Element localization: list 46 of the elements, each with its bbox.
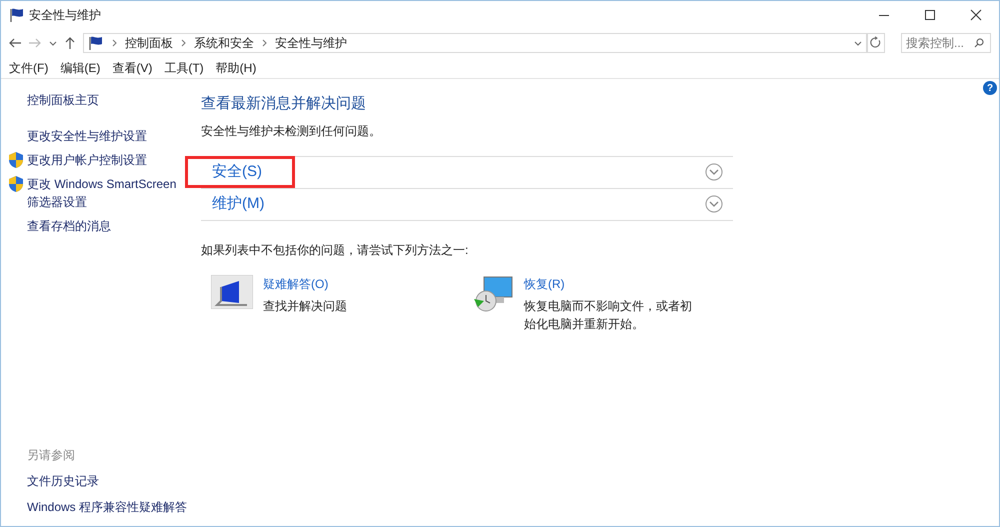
chevron-down-icon[interactable] xyxy=(705,195,723,213)
menu-item[interactable]: 文件(F) xyxy=(9,58,48,76)
window-title: 安全性与维护 xyxy=(29,7,101,24)
address-bar[interactable]: 控制面板 系统和安全 安全性与维护 xyxy=(83,33,867,53)
see-also-title: 另请参阅 xyxy=(27,447,76,464)
menu-item[interactable]: 帮助(H) xyxy=(216,58,256,76)
up-icon[interactable] xyxy=(65,37,75,49)
section-header[interactable]: 维护(M) xyxy=(201,188,264,220)
option-description: 查找并解决问题 xyxy=(263,298,348,314)
menu-item[interactable]: 工具(T) xyxy=(164,58,204,76)
chevron-right-icon xyxy=(112,39,117,47)
sidebar-link[interactable]: Windows 程序兼容性疑难解答 xyxy=(27,498,201,516)
dropdown-icon[interactable] xyxy=(854,40,862,46)
dropdown-icon[interactable] xyxy=(49,40,57,46)
page-heading: 查看最新消息并解决问题 xyxy=(201,94,367,114)
sidebar-link[interactable]: 控制面板主页 xyxy=(27,91,177,109)
option-description: 恢复电脑而不影响文件，或者初始化电脑并重新开始。 xyxy=(524,298,693,332)
sidebar-link[interactable]: 查看存档的消息 xyxy=(27,217,177,235)
search-field[interactable]: 搜索控制... xyxy=(901,33,991,53)
sidebar-link[interactable]: 更改 Windows SmartScreen 筛选器设置 xyxy=(27,175,177,211)
monitor-icon xyxy=(211,274,253,308)
refresh-icon[interactable] xyxy=(867,33,885,53)
status-text: 安全性与维护未检测到任何问题。 xyxy=(201,122,382,140)
help-icon[interactable]: ? xyxy=(983,81,997,95)
shield-icon xyxy=(9,176,23,192)
chevron-right-icon xyxy=(181,39,186,47)
chevron-down-icon[interactable] xyxy=(705,163,723,181)
breadcrumb[interactable]: 控制面板 xyxy=(125,34,173,52)
breadcrumb[interactable]: 系统和安全 xyxy=(194,34,254,52)
section-header[interactable]: 安全(S) xyxy=(185,156,295,188)
search-icon xyxy=(974,38,984,48)
option-link[interactable]: 恢复(R) xyxy=(524,274,702,292)
shield-icon xyxy=(9,152,23,168)
recovery-icon xyxy=(472,274,514,312)
menu-item[interactable]: 查看(V) xyxy=(112,58,152,76)
breadcrumb[interactable]: 安全性与维护 xyxy=(275,34,347,52)
chevron-right-icon xyxy=(262,39,267,47)
sidebar-link[interactable]: 文件历史记录 xyxy=(27,472,201,490)
hint-text: 如果列表中不包括你的问题，请尝试下列方法之一: xyxy=(201,242,470,258)
option-link[interactable]: 疑难解答(O) xyxy=(263,274,441,292)
flag-icon xyxy=(9,7,25,23)
sidebar-link[interactable]: 更改用户帐户控制设置 xyxy=(27,151,177,169)
flag-icon xyxy=(88,35,104,51)
sidebar-link[interactable]: 更改安全性与维护设置 xyxy=(27,127,177,145)
menu-item[interactable]: 编辑(E) xyxy=(60,58,100,76)
back-icon[interactable] xyxy=(9,38,21,48)
